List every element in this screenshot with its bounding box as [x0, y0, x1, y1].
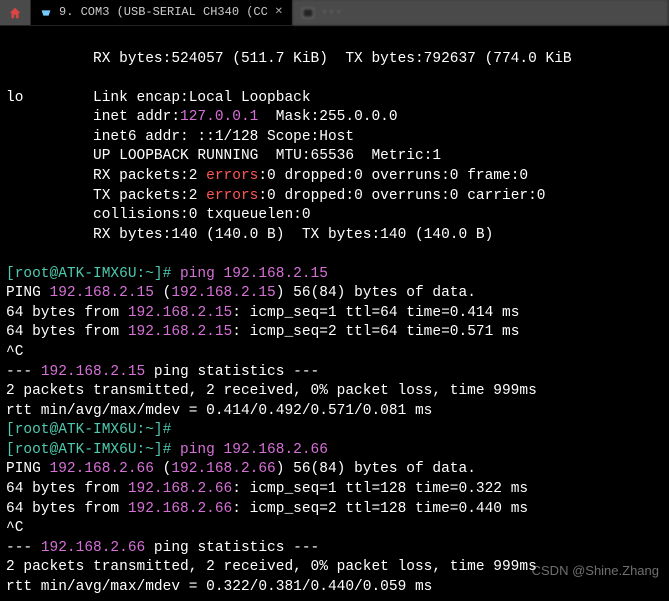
ip-address: 192.168.2.15 [41, 364, 145, 380]
ip-address: 192.168.2.66 [128, 501, 232, 517]
term-line: rtt min/avg/max/mdev = 0.322/0.381/0.440… [6, 579, 432, 595]
term-line: : icmp_seq=1 ttl=64 time=0.414 ms [232, 305, 519, 321]
term-line: ping statistics --- [145, 540, 319, 556]
term-line: PING [6, 461, 50, 477]
close-icon[interactable]: ✕ [274, 8, 284, 18]
term-line: RX bytes:524057 (511.7 KiB) TX bytes:792… [6, 51, 572, 67]
term-line: --- [6, 364, 41, 380]
tab-label-blur: ··· [321, 4, 343, 20]
ip-address: 192.168.2.66 [41, 540, 145, 556]
term-line: 64 bytes from [6, 481, 128, 497]
term-line: ) 56(84) bytes of data. [276, 285, 476, 301]
term-line: PING [6, 285, 50, 301]
term-line: :0 dropped:0 overruns:0 carrier:0 [258, 188, 545, 204]
term-line: : icmp_seq=2 ttl=64 time=0.571 ms [232, 324, 519, 340]
ip-address: 192.168.2.15 [128, 324, 232, 340]
term-line: TX packets:2 [6, 188, 206, 204]
tab-label: 9. COM3 (USB-SERIAL CH340 (CC [59, 4, 268, 20]
shell-prompt: [root@ATK-IMX6U:~]# [6, 422, 180, 438]
ip-address: 192.168.2.15 [128, 305, 232, 321]
term-line: ( [154, 461, 171, 477]
terminal-output[interactable]: RX bytes:524057 (511.7 KiB) TX bytes:792… [0, 26, 669, 601]
home-icon [8, 6, 22, 20]
term-line: : icmp_seq=1 ttl=128 time=0.322 ms [232, 481, 528, 497]
tab-home[interactable] [0, 0, 31, 25]
term-line: 2 packets transmitted, 2 received, 0% pa… [6, 383, 537, 399]
serial-icon [39, 6, 53, 20]
ip-address: 192.168.2.66 [50, 461, 154, 477]
term-line: 2 packets transmitted, 2 received, 0% pa… [6, 559, 537, 575]
term-line: RX bytes:140 (140.0 B) TX bytes:140 (140… [6, 227, 493, 243]
tab-bar: 9. COM3 (USB-SERIAL CH340 (CC ✕ ··· [0, 0, 669, 26]
term-line: lo Link encap:Local Loopback [6, 90, 311, 106]
term-line: inet addr: [6, 109, 180, 125]
command: ping 192.168.2.15 [180, 266, 328, 282]
ip-address: 127.0.0.1 [180, 109, 258, 125]
term-line: ^C [6, 520, 23, 536]
term-line: : icmp_seq=2 ttl=128 time=0.440 ms [232, 501, 528, 517]
term-line: --- [6, 540, 41, 556]
ip-address: 192.168.2.66 [128, 481, 232, 497]
term-line: UP LOOPBACK RUNNING MTU:65536 Metric:1 [6, 148, 441, 164]
term-line: ping statistics --- [145, 364, 319, 380]
term-line: ) 56(84) bytes of data. [276, 461, 476, 477]
term-line: inet6 addr: ::1/128 Scope:Host [6, 129, 354, 145]
tab-other[interactable]: ··· [293, 0, 669, 25]
term-line: Mask:255.0.0.0 [258, 109, 397, 125]
term-line: rtt min/avg/max/mdev = 0.414/0.492/0.571… [6, 403, 432, 419]
term-line: collisions:0 txqueuelen:0 [6, 207, 311, 223]
shell-prompt: [root@ATK-IMX6U:~]# [6, 266, 180, 282]
command: ping 192.168.2.66 [180, 442, 328, 458]
term-line: :0 dropped:0 overruns:0 frame:0 [258, 168, 528, 184]
terminal-icon [301, 6, 315, 20]
term-line: RX packets:2 [6, 168, 206, 184]
ip-address: 192.168.2.15 [171, 285, 275, 301]
ip-address: 192.168.2.15 [50, 285, 154, 301]
term-line: ( [154, 285, 171, 301]
errors-label: errors [206, 188, 258, 204]
shell-prompt: [root@ATK-IMX6U:~]# [6, 442, 180, 458]
term-line: ^C [6, 344, 23, 360]
tab-com3[interactable]: 9. COM3 (USB-SERIAL CH340 (CC ✕ [31, 0, 293, 25]
ip-address: 192.168.2.66 [171, 461, 275, 477]
term-line: 64 bytes from [6, 501, 128, 517]
errors-label: errors [206, 168, 258, 184]
term-line: 64 bytes from [6, 305, 128, 321]
term-line: 64 bytes from [6, 324, 128, 340]
